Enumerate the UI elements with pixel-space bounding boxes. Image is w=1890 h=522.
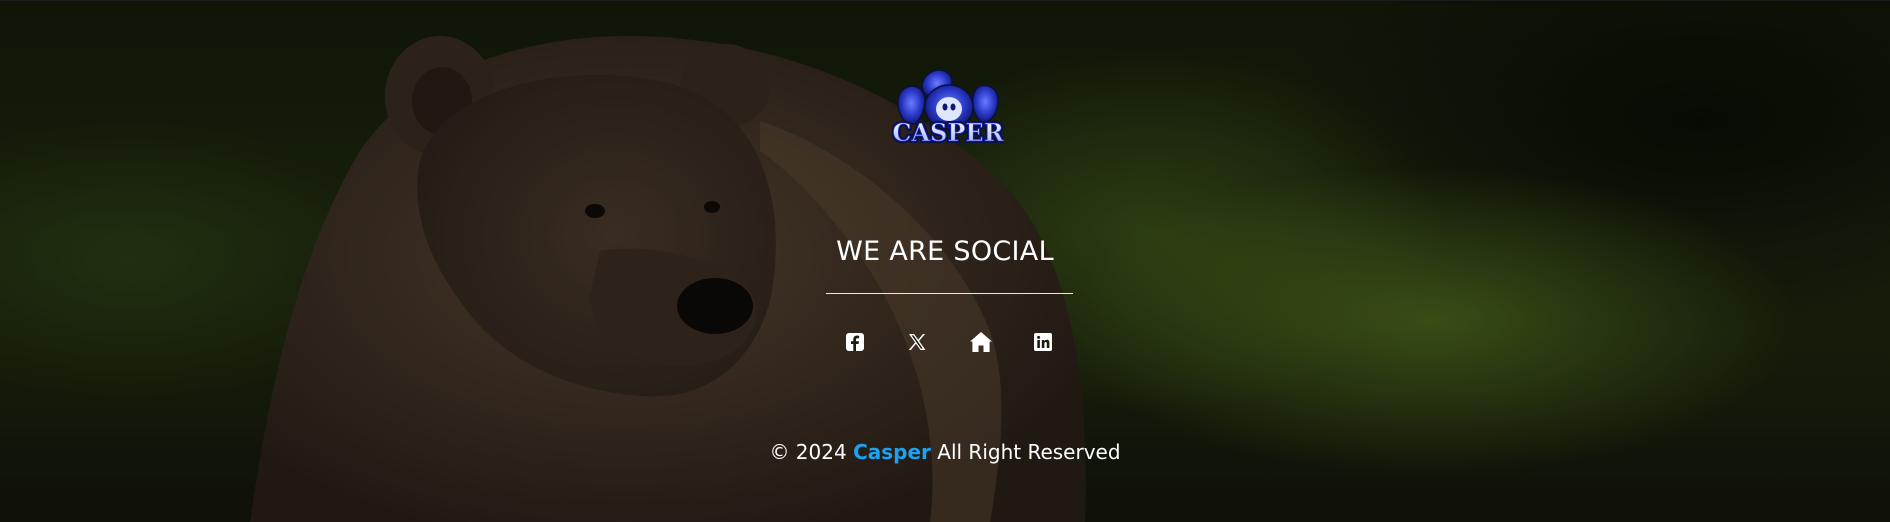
x-twitter-link[interactable] xyxy=(902,327,932,357)
copyright-prefix: © 2024 xyxy=(769,440,847,464)
x-twitter-icon xyxy=(907,332,927,352)
copyright-text: © 2024 Casper All Right Reserved xyxy=(0,438,1890,466)
home-icon xyxy=(969,331,993,353)
linkedin-icon xyxy=(1033,332,1053,352)
divider xyxy=(826,293,1073,294)
facebook-icon xyxy=(845,332,865,352)
footer-content: CASPER CASPER WE ARE SOCIAL © 2024 Caspe… xyxy=(0,1,1890,522)
logo-text: CASPER xyxy=(892,118,1004,147)
copyright-suffix: All Right Reserved xyxy=(937,440,1121,464)
social-heading: WE ARE SOCIAL xyxy=(836,236,1054,267)
home-link[interactable] xyxy=(966,327,996,357)
casper-logo[interactable]: CASPER CASPER xyxy=(892,65,1004,155)
social-links xyxy=(0,327,1890,357)
facebook-link[interactable] xyxy=(840,327,870,357)
linkedin-link[interactable] xyxy=(1028,327,1058,357)
site-footer: CASPER CASPER WE ARE SOCIAL © 2024 Caspe… xyxy=(0,0,1890,522)
brand-link[interactable]: Casper xyxy=(853,440,931,464)
